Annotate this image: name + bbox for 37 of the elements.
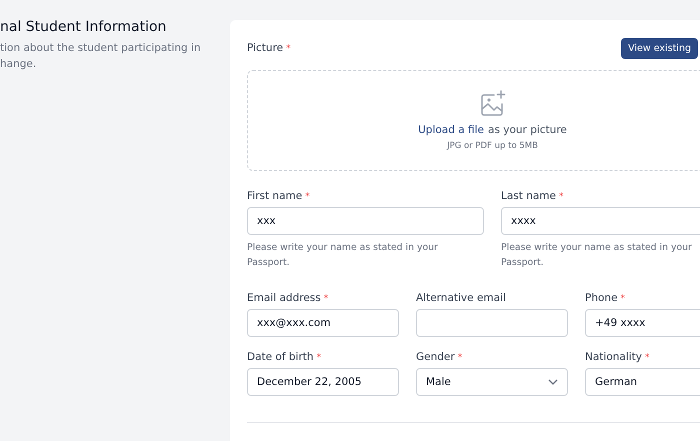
field-label: Picture * [247, 42, 291, 54]
select-field[interactable]: Male [416, 368, 568, 396]
field-label: Gender * [416, 351, 464, 363]
helper-text: Please write your name as stated in your Passport. [247, 241, 439, 270]
section-description: tion about the student participating in [0, 41, 202, 56]
input-field[interactable] [416, 309, 568, 337]
required-asterisk: * [286, 44, 291, 54]
section-title: nal Student Information [0, 19, 168, 35]
upload-dropzone[interactable]: Upload a file as your picture JPG or PDF up to 5MB [247, 70, 700, 171]
field-label: Phone * [585, 292, 626, 304]
helper-text: Please write your name as stated in your Passport. [501, 241, 693, 270]
field-label: Date of birth * [247, 351, 322, 363]
required-asterisk: * [458, 353, 462, 363]
upload-hint: JPG or PDF up to 5MB [447, 141, 538, 151]
required-asterisk: * [620, 294, 626, 304]
field-label: Email address * [247, 292, 330, 304]
input-field[interactable]: xxxx [501, 207, 700, 235]
section-description: hange. [0, 57, 38, 72]
input-field[interactable]: xxx@xxx.com [247, 309, 399, 337]
input-field[interactable]: xxx [247, 207, 484, 235]
field-label: First name * [247, 190, 311, 202]
upload-link[interactable]: Upload a file [418, 124, 484, 136]
view-existing-button[interactable]: View existing [621, 38, 698, 58]
field-label: Alternative email [416, 292, 507, 304]
required-asterisk: * [305, 192, 310, 202]
required-asterisk: * [316, 353, 322, 363]
input-field[interactable]: December 22, 2005 [247, 368, 399, 396]
required-asterisk: * [559, 192, 564, 202]
input-field[interactable]: German [585, 368, 700, 396]
input-field[interactable]: +49 xxxx [585, 309, 700, 337]
field-label: Nationality * [585, 351, 651, 363]
field-label: Last name * [501, 190, 564, 202]
required-asterisk: * [324, 294, 328, 304]
image-add-icon [478, 90, 506, 118]
chevron-down-icon [548, 379, 558, 385]
upload-text: as your picture [488, 124, 567, 136]
required-asterisk: * [645, 353, 650, 363]
